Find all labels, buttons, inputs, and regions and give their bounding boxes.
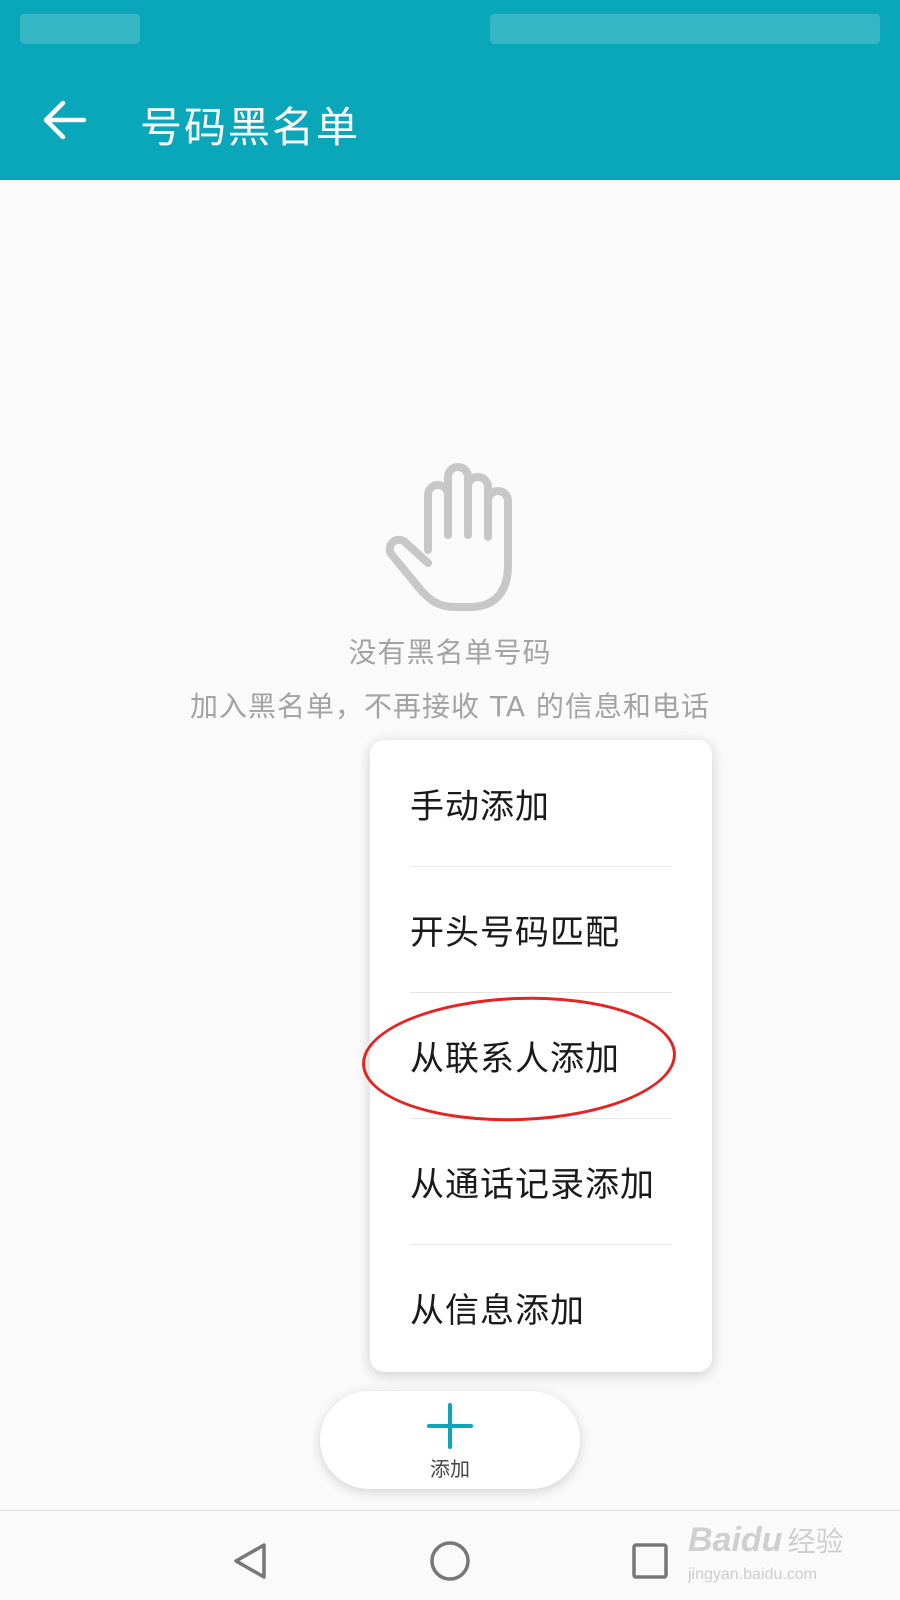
add-button[interactable]: 添加 (320, 1391, 580, 1489)
square-recent-icon (632, 1543, 668, 1579)
app-bar: 号码黑名单 (0, 0, 900, 180)
status-bar-left-blurred (20, 14, 140, 44)
empty-state-subtitle: 加入黑名单，不再接收 TA 的信息和电话 (190, 690, 710, 723)
add-button-label: 添加 (430, 1457, 470, 1481)
status-bar-right-blurred (490, 14, 880, 44)
watermark-url: jingyan.baidu.com (688, 1566, 817, 1583)
arrow-left-icon (43, 100, 87, 140)
menu-item-manual-add[interactable]: 手动添加 (370, 740, 712, 866)
empty-state: 没有黑名单号码 加入黑名单，不再接收 TA 的信息和电话 (0, 455, 900, 725)
nav-recents-button[interactable] (620, 1531, 680, 1591)
nav-home-button[interactable] (420, 1531, 480, 1591)
menu-item-add-from-messages[interactable]: 从信息添加 (370, 1244, 712, 1370)
raised-hand-icon (385, 463, 512, 611)
watermark-text: 经验 (787, 1525, 844, 1558)
watermark-logo: Baidu (688, 1521, 783, 1559)
menu-item-add-from-call-log[interactable]: 从通话记录添加 (370, 1118, 712, 1244)
menu-item-prefix-match[interactable]: 开头号码匹配 (370, 866, 712, 992)
baidu-jingyan-watermark: Baidu 经验 jingyan.baidu.com (688, 1520, 878, 1590)
empty-state-title: 没有黑名单号码 (348, 636, 552, 669)
triangle-back-icon (234, 1543, 266, 1579)
plus-icon (427, 1403, 473, 1449)
circle-home-icon (430, 1541, 470, 1581)
page-title: 号码黑名单 (140, 103, 361, 152)
back-button[interactable] (30, 85, 100, 155)
nav-back-button[interactable] (220, 1531, 280, 1591)
